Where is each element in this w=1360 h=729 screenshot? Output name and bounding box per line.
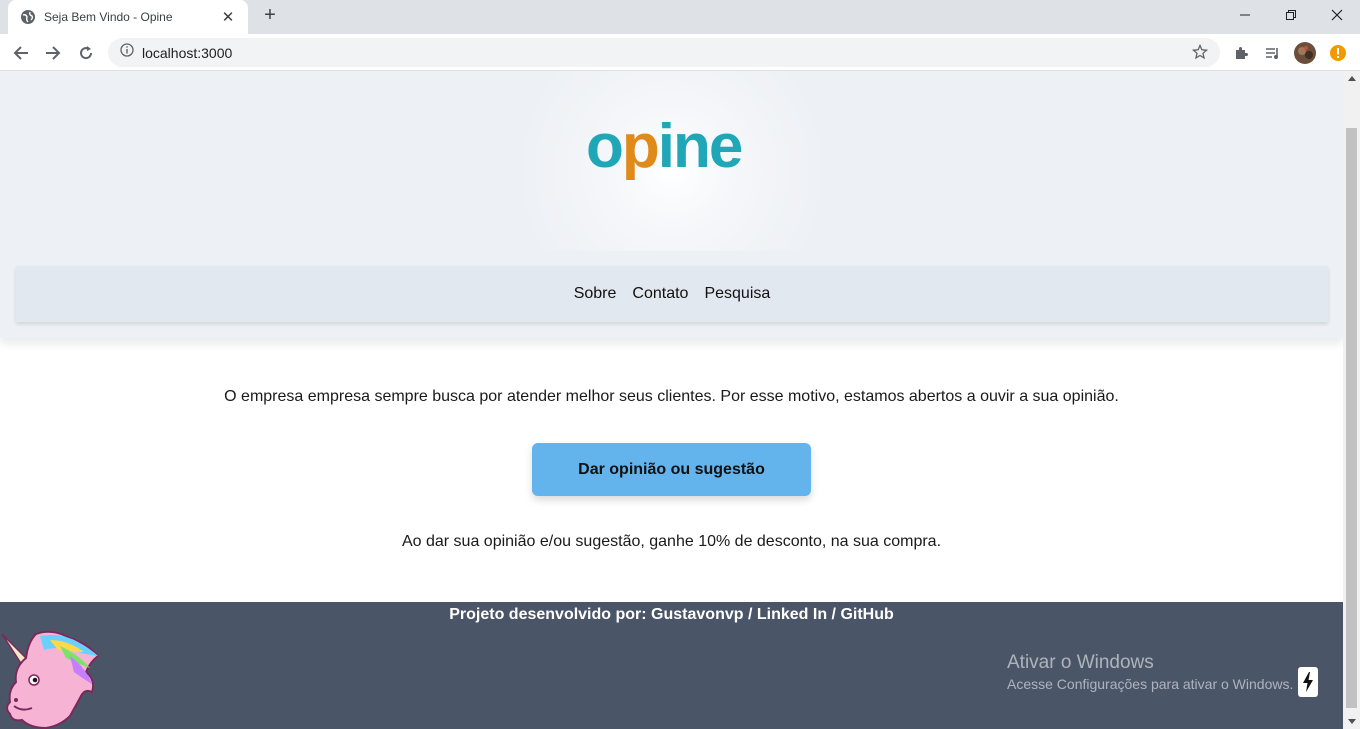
intro-text: O empresa empresa sempre busca por atend… [224, 388, 1119, 405]
restore-icon[interactable] [1268, 0, 1314, 30]
vertical-scrollbar[interactable] [1343, 71, 1360, 729]
lightning-bolt-icon[interactable] [1298, 667, 1318, 697]
forward-arrow-icon[interactable] [42, 42, 64, 64]
reload-icon[interactable] [75, 42, 97, 64]
scrollbar-thumb[interactable] [1346, 128, 1357, 708]
footer-credit: Projeto desenvolvido por: Gustavonvp / L… [0, 606, 1343, 624]
page-viewport: o p ine Sobre Contato Pesquisa O empresa e… [0, 71, 1343, 729]
discount-promo-text: Ao dar sua opinião e/ou sugestão, ganhe … [401, 533, 942, 550]
browser-toolbar: localhost:3000 [0, 34, 1360, 71]
info-icon[interactable] [120, 43, 134, 62]
footer-prefix: Projeto desenvolvido por: [449, 606, 652, 623]
close-icon[interactable]: ✕ [220, 8, 236, 26]
footer-sep: / [827, 606, 841, 623]
footer-github-link[interactable]: GitHub [840, 606, 893, 623]
nav-wrapper: Sobre Contato Pesquisa [0, 251, 1343, 338]
extensions-puzzle-icon[interactable] [1231, 42, 1253, 64]
unicorn-icon [0, 628, 100, 729]
give-opinion-button[interactable]: Dar opinião ou sugestão [532, 443, 811, 496]
tab-title: Seja Bem Vindo - Opine [44, 10, 173, 24]
address-bar[interactable]: localhost:3000 [108, 38, 1220, 67]
update-alert-icon[interactable] [1327, 42, 1349, 64]
browser-tab[interactable]: Seja Bem Vindo - Opine ✕ [8, 0, 248, 34]
media-queue-icon[interactable] [1262, 42, 1284, 64]
back-arrow-icon[interactable] [10, 42, 32, 64]
logo-letters-ine: ine [657, 112, 744, 181]
footer-sep: / [743, 606, 757, 623]
main-nav: Sobre Contato Pesquisa [16, 266, 1328, 322]
footer-author-link[interactable]: Gustavonvp [651, 606, 743, 623]
new-tab-button[interactable]: + [260, 5, 280, 26]
footer-linkedin-link[interactable]: Linked In [757, 606, 827, 623]
nav-link-pesquisa[interactable]: Pesquisa [704, 285, 770, 303]
nav-link-contato[interactable]: Contato [632, 285, 688, 303]
bookmark-star-icon[interactable] [1191, 43, 1209, 65]
windows-activation-subtitle: Acesse Configurações para ativar o Windo… [1007, 676, 1294, 692]
windows-activation-title: Ativar o Windows [1007, 652, 1154, 673]
globe-icon [20, 9, 36, 25]
logo-letter-o: o [586, 112, 624, 181]
minimize-icon[interactable] [1222, 0, 1268, 30]
opine-logo[interactable]: o p ine [586, 111, 766, 183]
scroll-up-arrow-icon[interactable] [1348, 76, 1356, 81]
url-text[interactable]: localhost:3000 [142, 45, 232, 61]
logo-letter-p: p [621, 112, 660, 181]
browser-tabbar: Seja Bem Vindo - Opine ✕ + [0, 0, 1360, 34]
scroll-down-arrow-icon[interactable] [1348, 719, 1356, 724]
site-footer: Projeto desenvolvido por: Gustavonvp / L… [0, 602, 1343, 729]
nav-link-sobre[interactable]: Sobre [574, 285, 617, 303]
window-close-icon[interactable] [1314, 0, 1360, 30]
profile-avatar[interactable] [1294, 42, 1316, 64]
